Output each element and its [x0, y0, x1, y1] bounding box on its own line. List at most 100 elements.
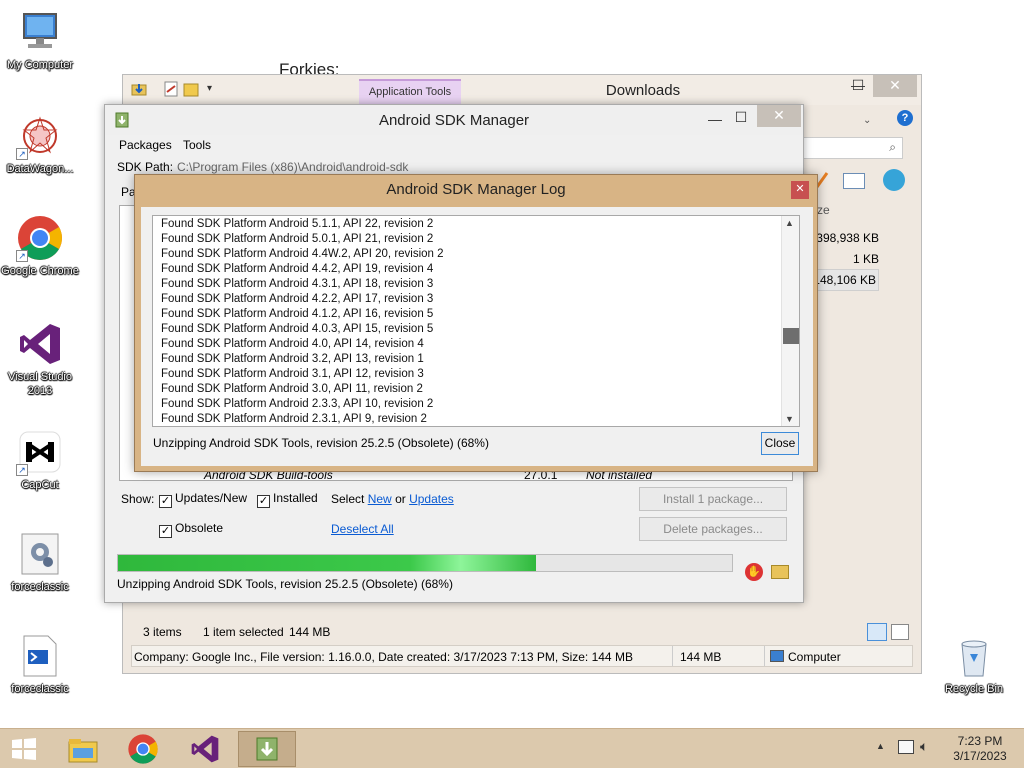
desktop-icon-forceclassic-1[interactable]: forceclassic [0, 530, 80, 594]
taskbar-sdk-manager[interactable] [238, 731, 296, 767]
shortcut-arrow-icon: ↗ [16, 250, 28, 262]
log-line: Found SDK Platform Android 4.4W.2, API 2… [161, 248, 444, 260]
log-close-button[interactable]: Close [761, 432, 799, 455]
desktop-icon-capcut[interactable]: ↗ CapCut [0, 428, 80, 492]
volume-icon[interactable]: 🔈︎ [920, 738, 928, 755]
filter-updates-new[interactable]: ✓ Updates/New [159, 491, 247, 508]
desktop-icon-datawagon[interactable]: ↗ DataWagon... [0, 112, 80, 176]
select-updates-link[interactable]: Updates [409, 492, 454, 506]
desktop-icon-forceclassic-2[interactable]: forceclassic [0, 632, 80, 696]
sdk-titlebar[interactable]: Android SDK Manager — ☐ ✕ [105, 105, 803, 135]
select-new-link[interactable]: New [368, 492, 392, 506]
log-line: Found SDK Platform Android 5.0.1, API 21… [161, 233, 434, 245]
sdk-status-text: Unzipping Android SDK Tools, revision 25… [117, 577, 453, 591]
chrome-icon: ↗ [16, 214, 64, 262]
filter-label: Updates/New [175, 491, 248, 505]
filter-obsolete[interactable]: ✓ Obsolete [159, 521, 223, 538]
log-close-x-button[interactable]: ✕ [791, 181, 809, 199]
large-icons-view-icon[interactable] [891, 624, 909, 640]
explorer-title: Downloads [605, 82, 681, 99]
log-line: Found SDK Platform Android 3.0, API 11, … [161, 383, 423, 395]
taskbar-file-explorer[interactable] [54, 731, 112, 767]
scroll-up-icon[interactable]: ▲ [785, 218, 794, 228]
menu-tools[interactable]: Tools [183, 138, 211, 152]
stop-icon[interactable]: ✋ [745, 563, 763, 581]
desktop-icon-recycle-bin[interactable]: Recycle Bin [934, 632, 1014, 696]
scroll-thumb[interactable] [783, 328, 799, 344]
checkbox-checked-icon[interactable]: ✓ [159, 495, 172, 508]
desktop-icon-label: Recycle Bin [944, 683, 1004, 695]
log-line: Found SDK Platform Android 2.3.1, API 9,… [161, 413, 427, 425]
desktop-icon-chrome[interactable]: ↗ Google Chrome [0, 214, 80, 278]
sdk-path-label: SDK Path: [117, 160, 174, 174]
clock[interactable]: 7:23 PM 3/17/2023 [946, 734, 1014, 764]
log-line: Found SDK Platform Android 4.0.3, API 15… [161, 323, 434, 335]
deselect-all-link[interactable]: Deselect All [331, 522, 394, 536]
taskbar: ▲ 🔈︎ 7:23 PM 3/17/2023 [0, 728, 1024, 768]
new-folder-icon[interactable] [183, 81, 199, 97]
ribbon-tab-label: Application Tools [368, 86, 452, 98]
quick-access-dropdown-icon[interactable]: ▾ [207, 83, 212, 94]
recycle-bin-icon [950, 632, 998, 680]
scroll-down-icon[interactable]: ▼ [785, 414, 794, 424]
file-size: 398,938 KB [816, 231, 879, 245]
desktop-icon-label: CapCut [21, 479, 59, 491]
show-log-icon[interactable] [771, 565, 789, 579]
delete-packages-button[interactable]: Delete packages... [639, 517, 787, 541]
log-line: Found SDK Platform Android 3.2, API 13, … [161, 353, 424, 365]
explorer-maximize-button[interactable]: ☐ [843, 75, 873, 97]
size-column-header[interactable]: ze [817, 203, 830, 217]
checkbox-checked-icon[interactable]: ✓ [159, 525, 172, 538]
start-button[interactable] [10, 737, 38, 761]
log-line: Found SDK Platform Android 3.1, API 12, … [161, 368, 424, 380]
desktop-icon-label: DataWagon... [6, 163, 74, 175]
file-details-text: Company: Google Inc., File version: 1.16… [134, 650, 633, 664]
file-size-detail: 144 MB [680, 650, 722, 664]
or-label: or [395, 492, 406, 506]
log-listbox[interactable]: Found SDK Platform Android 5.1.1, API 22… [152, 215, 800, 427]
explorer-close-button[interactable]: ✕ [873, 75, 917, 97]
file-size: 1 KB [852, 252, 879, 266]
desktop-icon-label: forceclassic [11, 683, 69, 695]
details-view-icon[interactable] [867, 623, 887, 641]
log-scrollbar[interactable]: ▲ ▼ [781, 216, 799, 426]
location-text: Computer [788, 650, 841, 664]
preview-pane-icon[interactable] [843, 173, 865, 189]
desktop-icon-my-computer[interactable]: My Computer [0, 8, 80, 72]
help-icon[interactable]: ? [897, 110, 913, 126]
sdk-maximize-button[interactable]: ☐ [729, 107, 753, 129]
selection-size: 144 MB [289, 625, 331, 639]
search-icon: ⌕ [889, 140, 896, 154]
taskbar-visual-studio[interactable] [176, 731, 234, 767]
log-line: Found SDK Platform Android 4.0, API 14, … [161, 338, 424, 350]
checkbox-checked-icon[interactable]: ✓ [257, 495, 270, 508]
folder-icon [131, 81, 147, 97]
ribbon-contextual-tab[interactable]: Application Tools [359, 79, 461, 105]
menu-packages[interactable]: Packages [119, 138, 172, 152]
search-input[interactable]: s ⌕ [793, 137, 903, 159]
show-hidden-icons-icon[interactable]: ▲ [876, 741, 885, 751]
settings-file-icon [16, 530, 64, 578]
file-explorer-icon [68, 739, 98, 763]
filter-label: Installed [273, 491, 318, 505]
datawagon-icon: ↗ [16, 112, 64, 160]
computer-small-icon [770, 650, 784, 662]
show-label: Show: [121, 492, 155, 506]
filter-installed[interactable]: ✓ Installed [257, 491, 318, 508]
action-center-icon[interactable] [898, 740, 914, 754]
install-packages-button[interactable]: Install 1 package... [639, 487, 787, 511]
ribbon-expand-icon[interactable]: ⌄ [863, 115, 879, 126]
log-line: Found SDK Platform Android 4.3.1, API 18… [161, 278, 434, 290]
log-dialog[interactable]: Android SDK Manager Log ✕ Found SDK Plat… [134, 174, 818, 472]
desktop-icon-label: Visual Studio 2013 [7, 371, 72, 397]
desktop-icon-visual-studio[interactable]: Visual Studio 2013 [0, 320, 80, 398]
explorer-titlebar[interactable]: ▾ Application Tools Downloads — ☐ ✕ [123, 75, 921, 105]
filter-label: Obsolete [175, 521, 224, 535]
sdk-close-button[interactable]: ✕ [757, 105, 801, 127]
item-count: 3 items [143, 625, 182, 639]
shortcut-arrow-icon: ↗ [16, 148, 28, 160]
sdk-minimize-button[interactable]: — [703, 109, 727, 131]
taskbar-chrome[interactable] [114, 731, 172, 767]
globe-icon[interactable] [883, 169, 905, 191]
properties-icon[interactable] [163, 81, 179, 97]
